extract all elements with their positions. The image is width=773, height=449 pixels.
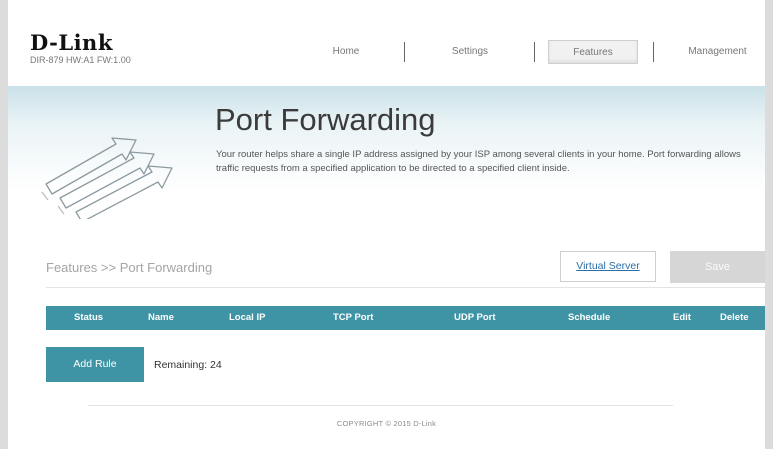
nav-management[interactable]: Management: [670, 40, 765, 64]
breadcrumb: Features >> Port Forwarding: [46, 260, 213, 275]
rules-table-header: Status Name Local IP TCP Port UDP Port S…: [46, 306, 765, 330]
copyright: COPYRIGHT © 2015 D-Link: [336, 419, 437, 428]
column-edit: Edit: [673, 312, 691, 323]
save-button[interactable]: Save: [670, 251, 765, 283]
divider: [46, 287, 765, 288]
footer-divider: [88, 405, 673, 406]
nav-divider: [404, 42, 405, 62]
nav-home[interactable]: Home: [316, 40, 376, 64]
nav-features[interactable]: Features: [548, 40, 638, 64]
nav-divider: [653, 42, 654, 62]
column-delete: Delete: [720, 312, 749, 323]
add-rule-button[interactable]: Add Rule: [46, 347, 144, 382]
nav-settings[interactable]: Settings: [440, 40, 500, 64]
column-udp-port: UDP Port: [454, 312, 496, 323]
virtual-server-button[interactable]: Virtual Server: [560, 251, 656, 282]
column-local-ip: Local IP: [229, 312, 266, 323]
page: D-Link DIR-879 HW:A1 FW:1.00 Home Settin…: [8, 0, 765, 449]
column-schedule: Schedule: [568, 312, 611, 323]
remaining-count: Remaining: 24: [154, 359, 222, 371]
page-title: Port Forwarding: [215, 102, 436, 137]
column-status: Status: [74, 312, 104, 323]
column-tcp-port: TCP Port: [333, 312, 374, 323]
page-banner: Port Forwarding Your router helps share …: [8, 86, 765, 234]
header: D-Link DIR-879 HW:A1 FW:1.00 Home Settin…: [8, 0, 765, 86]
page-description: Your router helps share a single IP addr…: [216, 149, 741, 174]
nav-divider: [534, 42, 535, 62]
main-nav: Home Settings Features Management: [8, 40, 765, 64]
port-forwarding-arrows-icon: [41, 137, 173, 219]
column-name: Name: [148, 312, 174, 323]
